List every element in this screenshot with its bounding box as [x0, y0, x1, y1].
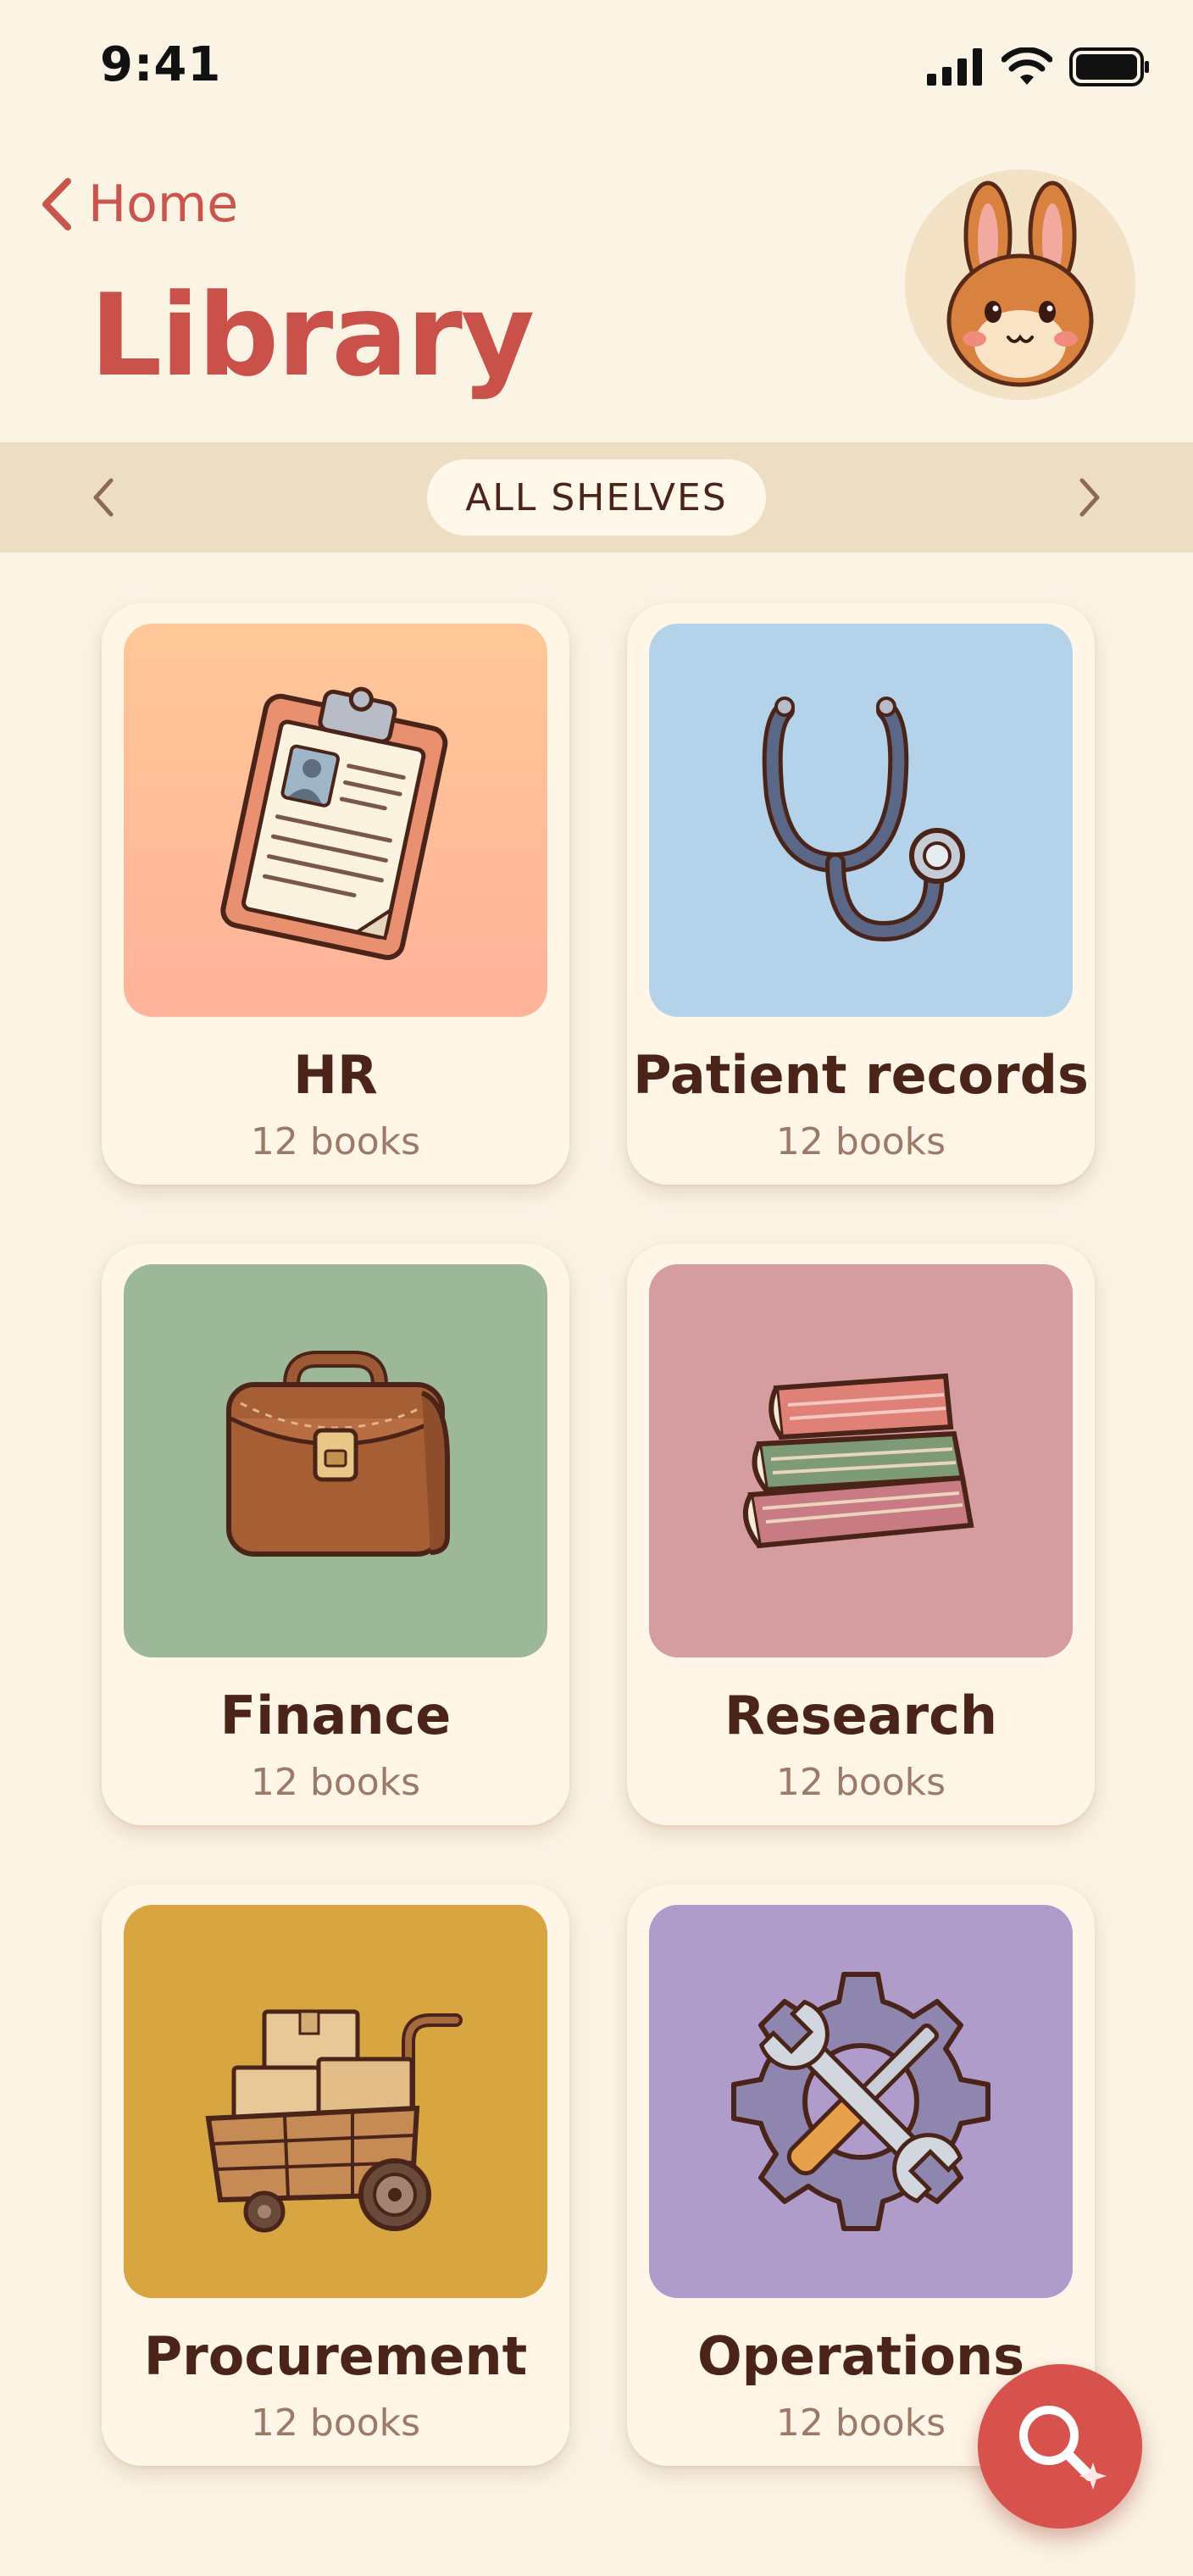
- shelf-card-title: Finance: [219, 1685, 452, 1746]
- shelf-card-title: Procurement: [143, 2325, 528, 2387]
- shelf-card-finance[interactable]: Finance 12 books: [102, 1244, 569, 1825]
- status-icons: [927, 47, 1151, 86]
- shelf-card-art: [124, 1905, 547, 2298]
- shelf-card-art: [649, 624, 1073, 1017]
- shelf-card-patient-records[interactable]: Patient records 12 books: [627, 603, 1095, 1185]
- shelf-card-art: [124, 1264, 547, 1657]
- status-time: 9:41: [100, 37, 222, 92]
- shelf-card-research[interactable]: Research 12 books: [627, 1244, 1095, 1825]
- back-button[interactable]: Home: [39, 175, 238, 234]
- page-title: Library: [90, 269, 535, 402]
- stethoscope-icon: [762, 697, 965, 941]
- chevron-right-icon: [1079, 478, 1100, 517]
- shelf-card-count: 12 books: [250, 1761, 421, 1804]
- shelf-selector[interactable]: ALL SHELVES: [427, 459, 766, 536]
- shelf-card-procurement[interactable]: Procurement 12 books: [102, 1885, 569, 2466]
- shelf-card-art: [124, 624, 547, 1017]
- previous-shelf-button[interactable]: [71, 466, 134, 529]
- shelf-card-count: 12 books: [250, 1120, 421, 1163]
- shelf-card-count: 12 books: [775, 1761, 946, 1804]
- search-fab-button[interactable]: [978, 2364, 1142, 2529]
- shelf-card-title: Patient records: [633, 1044, 1089, 1106]
- shelf-card-count: 12 books: [250, 2401, 421, 2445]
- battery-icon: [1069, 47, 1149, 86]
- shelf-selector-label: ALL SHELVES: [465, 475, 728, 519]
- shelf-card-art: [649, 1905, 1073, 2298]
- signal-icon: [927, 48, 982, 86]
- next-shelf-button[interactable]: [1059, 466, 1122, 529]
- bunny-avatar-icon: [946, 180, 1094, 387]
- wifi-icon: [1002, 47, 1052, 85]
- briefcase-icon: [226, 1351, 450, 1557]
- clipboard-icon: [220, 686, 448, 960]
- chevron-left-icon: [93, 478, 114, 517]
- status-bar: 9:41: [0, 0, 1193, 136]
- back-label: Home: [88, 175, 239, 234]
- shelf-card-hr[interactable]: HR 12 books: [102, 603, 569, 1185]
- shelf-card-art: [649, 1264, 1073, 1657]
- search-sparkle-icon: [1019, 2406, 1107, 2490]
- book-stack-icon: [743, 1373, 974, 1549]
- shelf-card-title: Research: [724, 1685, 998, 1746]
- avatar[interactable]: [905, 169, 1135, 400]
- shelf-navigation: ALL SHELVES: [0, 442, 1193, 552]
- wrench-gear-icon: [731, 1972, 990, 2231]
- chevron-left-icon: [42, 178, 71, 230]
- shelf-card-count: 12 books: [775, 1120, 946, 1163]
- shelf-card-title: HR: [293, 1044, 378, 1106]
- cart-icon: [205, 2009, 463, 2233]
